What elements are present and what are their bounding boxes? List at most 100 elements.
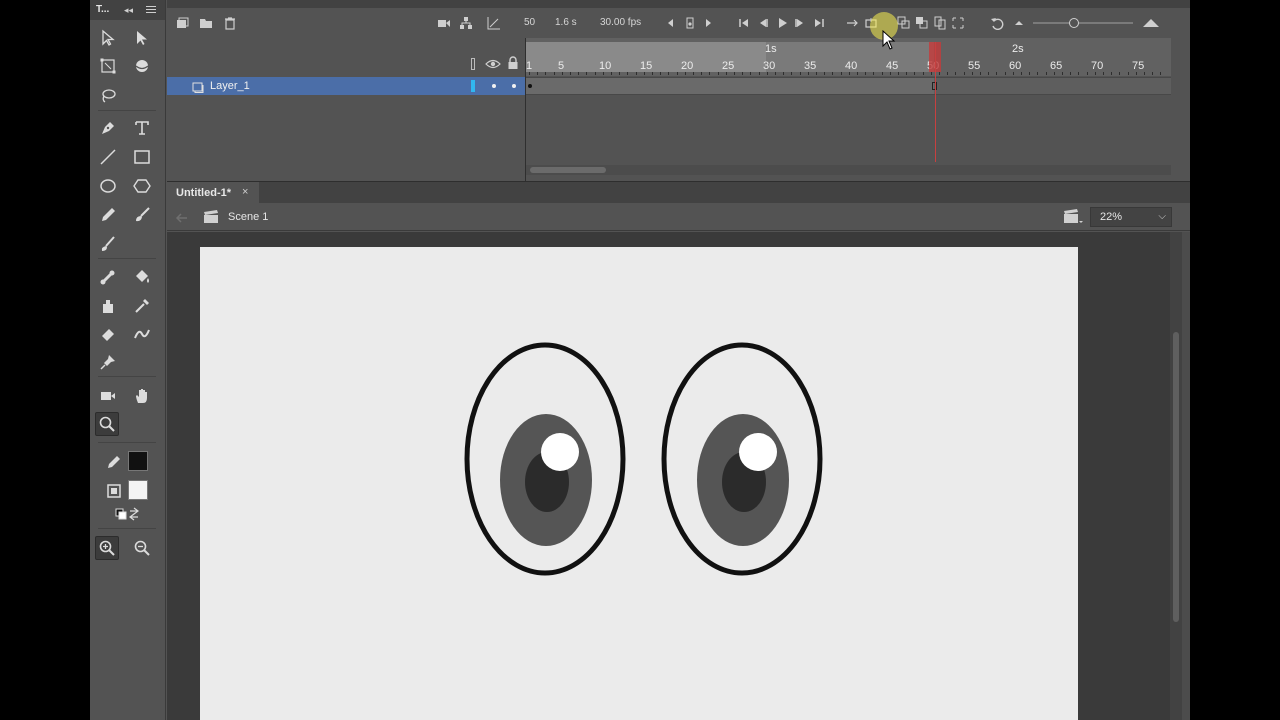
- edit-multiple-frames-icon[interactable]: [932, 15, 948, 31]
- chevron-down-icon[interactable]: ⌵: [1158, 211, 1166, 222]
- frames-grid[interactable]: 1s 2s 1 5 10 15 20 25 30 35 40 45 50 55 …: [525, 38, 1190, 181]
- bone-tool-icon[interactable]: [96, 265, 120, 289]
- onion-skin-outlines-icon[interactable]: [914, 15, 930, 31]
- ruler-tick: [840, 72, 842, 75]
- swap-colors-icon[interactable]: [112, 505, 142, 523]
- current-frame-value[interactable]: 50: [524, 17, 535, 28]
- zoom-in-icon[interactable]: [95, 536, 119, 560]
- new-layer-icon[interactable]: [174, 15, 190, 31]
- ruler-tick: [1111, 72, 1113, 75]
- ruler-tick: [914, 72, 916, 75]
- ruler-tick: [635, 72, 637, 75]
- collapse-panel-icon[interactable]: ◂◂: [124, 5, 133, 16]
- hand-tool-icon[interactable]: [130, 384, 154, 408]
- text-tool-icon[interactable]: [130, 116, 154, 140]
- edit-scene-icon[interactable]: [1063, 209, 1083, 225]
- back-arrow-icon[interactable]: [175, 211, 189, 223]
- prev-keyframe-icon[interactable]: [663, 15, 679, 31]
- width-tool-icon[interactable]: [130, 322, 154, 346]
- scene-name[interactable]: Scene 1: [228, 211, 268, 223]
- ruler-tick: [1144, 72, 1145, 75]
- step-back-frame-icon[interactable]: [755, 15, 771, 31]
- camera-tool-icon[interactable]: [96, 384, 120, 408]
- pen-tool-icon[interactable]: [96, 116, 120, 140]
- free-transform-tool-icon[interactable]: [96, 54, 120, 78]
- animate-app-window: T... ◂◂ 50 1.6 s 30.00 fps Layer_1 1s 2s…: [90, 0, 1190, 720]
- delete-layer-icon[interactable]: [222, 15, 238, 31]
- play-icon[interactable]: [774, 15, 790, 31]
- stage-canvas[interactable]: [200, 247, 1078, 720]
- ruler-tick-label: 60: [1009, 60, 1022, 72]
- ruler-tick: [1053, 72, 1055, 75]
- ruler-tick: [848, 72, 850, 75]
- ruler-tick: [799, 72, 801, 75]
- layer-row-layer-1[interactable]: Layer_1: [167, 77, 525, 95]
- zoom-level-dropdown[interactable]: 22% ⌵: [1090, 207, 1172, 227]
- zoom-tool-icon[interactable]: [95, 412, 119, 436]
- ruler-tick: [1037, 72, 1039, 75]
- eyedropper-tool-icon[interactable]: [130, 294, 154, 318]
- camera-toggle-icon[interactable]: [436, 15, 452, 31]
- oval-tool-icon[interactable]: [96, 174, 120, 198]
- step-forward-frame-icon[interactable]: [792, 15, 808, 31]
- right-eye[interactable]: [661, 342, 823, 576]
- frame-rate-value[interactable]: 30.00 fps: [600, 17, 641, 28]
- scrollbar-thumb[interactable]: [530, 167, 606, 173]
- pencil-tool-icon[interactable]: [96, 203, 120, 227]
- go-to-last-frame-icon[interactable]: [811, 15, 827, 31]
- zoom-out-icon[interactable]: [130, 536, 154, 560]
- ease-graph-icon[interactable]: [486, 15, 502, 31]
- fill-color-swatch[interactable]: [128, 480, 148, 500]
- ruler-tick: [996, 72, 998, 75]
- ruler-tick: [930, 72, 932, 75]
- timeline-horizontal-scrollbar[interactable]: [526, 165, 1171, 175]
- outline-toggle-icon[interactable]: [471, 58, 475, 70]
- timeline-zoom-slider[interactable]: [1033, 22, 1133, 24]
- loop-toggle-icon[interactable]: [844, 15, 860, 31]
- document-tab-title[interactable]: Untitled-1*: [176, 187, 231, 199]
- onion-skin-icon[interactable]: [896, 15, 912, 31]
- undo-icon[interactable]: [989, 15, 1005, 31]
- rectangle-tool-icon[interactable]: [130, 145, 154, 169]
- scrollbar-thumb[interactable]: [1173, 332, 1179, 622]
- layer-lock-dot[interactable]: [512, 84, 516, 88]
- layer-outline-color[interactable]: [471, 80, 475, 92]
- pasteboard[interactable]: [167, 232, 1190, 720]
- elapsed-time-value[interactable]: 1.6 s: [555, 17, 577, 28]
- ink-bottle-tool-icon[interactable]: [96, 294, 120, 318]
- pin-tool-icon[interactable]: [96, 350, 120, 374]
- layer-parenting-icon[interactable]: [458, 15, 474, 31]
- keyframe-marker[interactable]: [528, 84, 532, 88]
- selection-tool-icon[interactable]: [96, 26, 120, 50]
- modify-markers-icon[interactable]: [950, 15, 966, 31]
- stage-vertical-scrollbar[interactable]: [1170, 232, 1182, 720]
- layer-name[interactable]: Layer_1: [210, 80, 250, 92]
- brush-tool-icon[interactable]: [96, 232, 120, 256]
- go-to-first-frame-icon[interactable]: [736, 15, 752, 31]
- lasso-tool-icon[interactable]: [96, 84, 120, 108]
- lock-all-icon[interactable]: [507, 56, 519, 70]
- layer-visibility-dot[interactable]: [492, 84, 496, 88]
- polystar-tool-icon[interactable]: [130, 174, 154, 198]
- zoom-level-value[interactable]: 22%: [1100, 211, 1122, 223]
- new-folder-icon[interactable]: [198, 15, 214, 31]
- line-tool-icon[interactable]: [96, 145, 120, 169]
- insert-keyframe-icon[interactable]: [682, 15, 698, 31]
- subselection-tool-icon[interactable]: [130, 26, 154, 50]
- eraser-tool-icon[interactable]: [96, 322, 120, 346]
- close-tab-icon[interactable]: ×: [242, 186, 248, 198]
- timeline-zoom-slider-handle[interactable]: [1069, 18, 1079, 28]
- next-keyframe-icon[interactable]: [700, 15, 716, 31]
- left-eye[interactable]: [464, 342, 626, 576]
- frame-ruler[interactable]: 1s 2s 1 5 10 15 20 25 30 35 40 45 50 55 …: [526, 38, 1171, 76]
- stroke-color-swatch[interactable]: [128, 451, 148, 471]
- layer-1-frames[interactable]: [526, 77, 1171, 95]
- show-hide-all-eye-icon[interactable]: [485, 57, 501, 69]
- zoom-out-timeline-icon[interactable]: [1011, 15, 1027, 31]
- document-tab[interactable]: Untitled-1* ×: [167, 182, 259, 204]
- zoom-in-timeline-icon[interactable]: [1141, 15, 1161, 31]
- panel-menu-icon[interactable]: [146, 6, 156, 13]
- 3d-rotation-tool-icon[interactable]: [130, 54, 154, 78]
- paint-brush-tool-icon[interactable]: [130, 203, 154, 227]
- paint-bucket-tool-icon[interactable]: [130, 265, 154, 289]
